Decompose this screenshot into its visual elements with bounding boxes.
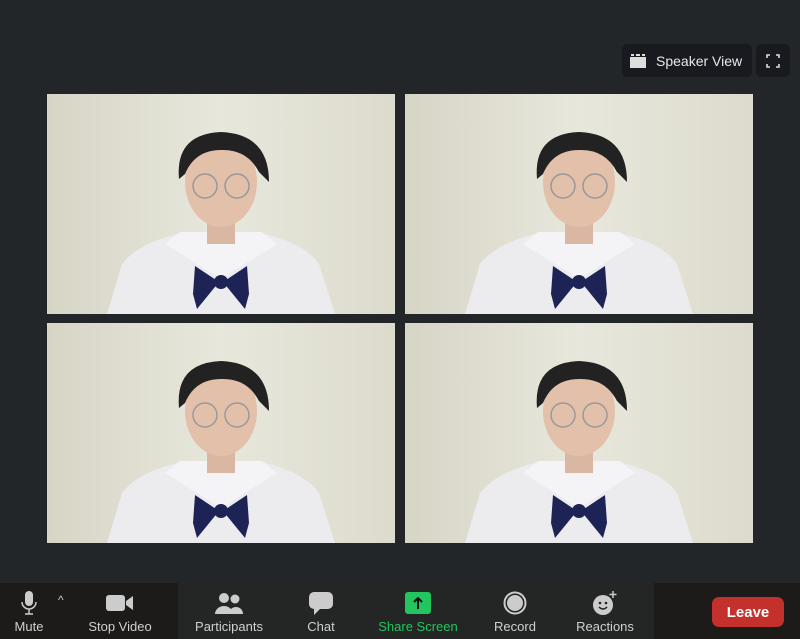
video-camera-icon [106, 595, 133, 611]
share-screen-button[interactable]: Share Screen [362, 583, 474, 639]
reactions-label: Reactions [576, 619, 634, 634]
speaker-view-label: Speaker View [656, 52, 743, 69]
participants-icon [215, 593, 243, 614]
stop-video-label: Stop Video [88, 619, 152, 634]
chat-label: Chat [307, 619, 335, 634]
fullscreen-icon [766, 53, 780, 68]
video-tile[interactable] [47, 323, 395, 543]
record-label: Record [494, 619, 536, 634]
video-tile[interactable] [405, 323, 753, 543]
speaker-view-button[interactable]: Speaker View [622, 44, 752, 77]
record-icon [503, 591, 527, 615]
chat-bubble-icon [309, 592, 333, 615]
video-tile[interactable] [405, 94, 753, 314]
participant-video [47, 323, 395, 543]
participants-label: Participants [195, 619, 263, 634]
microphone-icon [21, 591, 37, 615]
fullscreen-button[interactable] [756, 44, 790, 77]
video-tile[interactable] [47, 94, 395, 314]
record-button[interactable]: Record [474, 583, 556, 639]
participant-video [405, 94, 753, 314]
participant-video [47, 94, 395, 314]
add-reaction-icon [593, 591, 617, 615]
share-screen-label: Share Screen [378, 619, 458, 634]
participant-video [405, 323, 753, 543]
participants-button[interactable]: Participants [178, 583, 280, 639]
mute-button[interactable]: Mute [0, 583, 58, 639]
audio-options-chevron-icon[interactable]: ^ [58, 583, 72, 639]
share-screen-icon [405, 592, 431, 614]
mute-label: Mute [14, 619, 44, 634]
meeting-toolbar: Mute ^ Stop Video Participants Chat Shar… [0, 583, 800, 639]
chat-button[interactable]: Chat [280, 583, 362, 639]
grid-view-icon [630, 53, 646, 68]
reactions-button[interactable]: Reactions [556, 583, 654, 639]
leave-button[interactable]: Leave [712, 597, 784, 627]
stop-video-button[interactable]: Stop Video [72, 583, 168, 639]
